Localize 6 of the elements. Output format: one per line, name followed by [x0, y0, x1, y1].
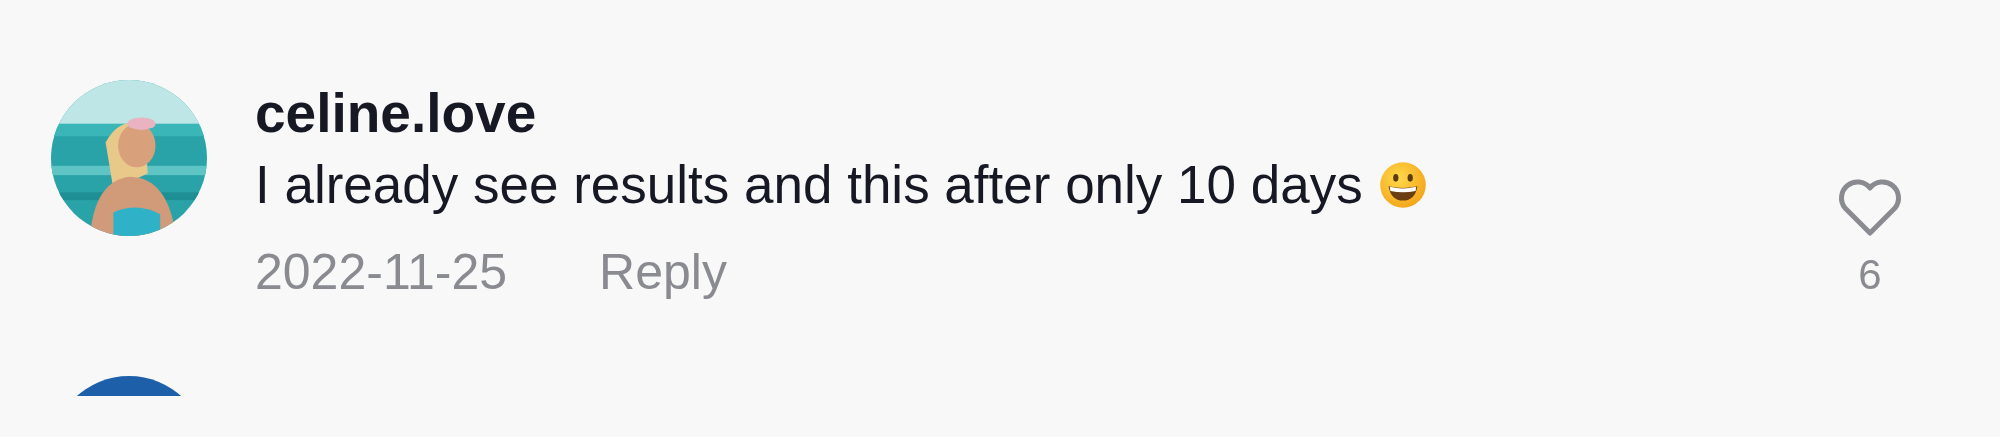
like-count: 6	[1858, 250, 1882, 300]
comment-text: I already see results and this after only 10 days	[255, 154, 1363, 216]
username[interactable]: celine.love	[255, 80, 1835, 146]
heart-icon[interactable]	[1837, 178, 1903, 238]
comment-date: 2022-11-25	[255, 243, 508, 302]
grinning-face-icon	[1378, 161, 1427, 209]
